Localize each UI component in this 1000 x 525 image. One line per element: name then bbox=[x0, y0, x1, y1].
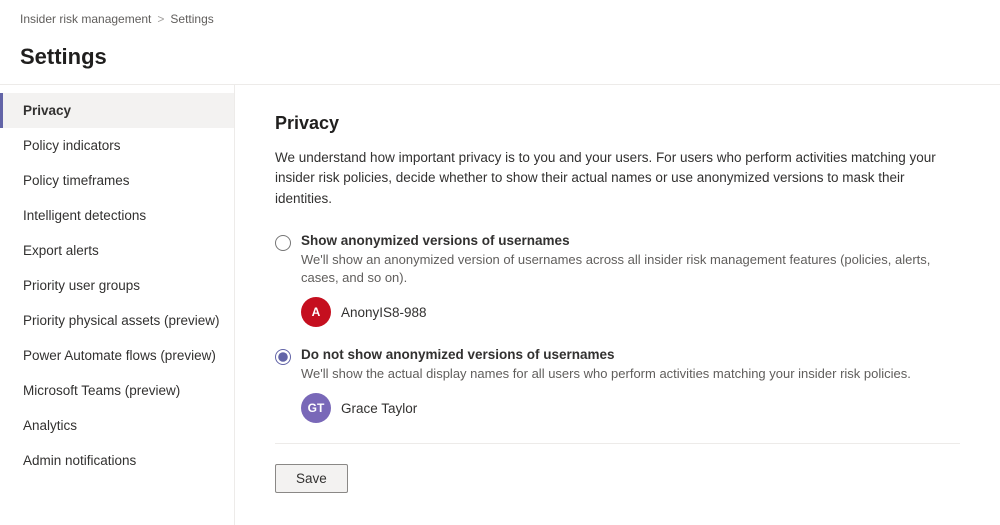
option2-row: Do not show anonymized versions of usern… bbox=[275, 347, 960, 383]
option1-username: AnonyIS8-988 bbox=[341, 305, 427, 320]
option1-text-block: Show anonymized versions of usernames We… bbox=[301, 233, 960, 287]
sidebar-item-priority-physical-assets[interactable]: Priority physical assets (preview) bbox=[0, 303, 234, 338]
sidebar-item-analytics[interactable]: Analytics bbox=[0, 408, 234, 443]
sidebar: Privacy Policy indicators Policy timefra… bbox=[0, 85, 235, 525]
option1-user-example: A AnonyIS8-988 bbox=[301, 297, 960, 327]
option1-description: We'll show an anonymized version of user… bbox=[301, 251, 960, 287]
content-description: We understand how important privacy is t… bbox=[275, 148, 960, 209]
sidebar-item-export-alerts[interactable]: Export alerts bbox=[0, 233, 234, 268]
option1-avatar: A bbox=[301, 297, 331, 327]
sidebar-item-admin-notifications[interactable]: Admin notifications bbox=[0, 443, 234, 478]
option1-radio[interactable] bbox=[275, 235, 291, 251]
option1-row: Show anonymized versions of usernames We… bbox=[275, 233, 960, 287]
sidebar-item-privacy[interactable]: Privacy bbox=[0, 93, 234, 128]
divider bbox=[275, 443, 960, 444]
option2-username: Grace Taylor bbox=[341, 401, 417, 416]
save-button[interactable]: Save bbox=[275, 464, 348, 493]
option1-label[interactable]: Show anonymized versions of usernames bbox=[301, 233, 960, 248]
main-layout: Privacy Policy indicators Policy timefra… bbox=[0, 85, 1000, 525]
sidebar-item-intelligent-detections[interactable]: Intelligent detections bbox=[0, 198, 234, 233]
option2-avatar: GT bbox=[301, 393, 331, 423]
sidebar-item-power-automate[interactable]: Power Automate flows (preview) bbox=[0, 338, 234, 373]
option2-label[interactable]: Do not show anonymized versions of usern… bbox=[301, 347, 911, 362]
sidebar-item-priority-user-groups[interactable]: Priority user groups bbox=[0, 268, 234, 303]
option1-radio-container[interactable] bbox=[275, 235, 291, 254]
sidebar-item-policy-timeframes[interactable]: Policy timeframes bbox=[0, 163, 234, 198]
option2-radio-container[interactable] bbox=[275, 349, 291, 368]
breadcrumb-separator: > bbox=[157, 12, 164, 26]
option2-description: We'll show the actual display names for … bbox=[301, 365, 911, 383]
breadcrumb: Insider risk management > Settings bbox=[20, 12, 980, 26]
option2-text-block: Do not show anonymized versions of usern… bbox=[301, 347, 911, 383]
content-title: Privacy bbox=[275, 113, 960, 134]
sidebar-item-policy-indicators[interactable]: Policy indicators bbox=[0, 128, 234, 163]
sidebar-item-microsoft-teams[interactable]: Microsoft Teams (preview) bbox=[0, 373, 234, 408]
option2-user-example: GT Grace Taylor bbox=[301, 393, 960, 423]
breadcrumb-current: Settings bbox=[170, 12, 213, 26]
breadcrumb-parent[interactable]: Insider risk management bbox=[20, 12, 151, 26]
content-area: Privacy We understand how important priv… bbox=[235, 85, 1000, 525]
page-title: Settings bbox=[20, 34, 980, 84]
option2-radio[interactable] bbox=[275, 349, 291, 365]
